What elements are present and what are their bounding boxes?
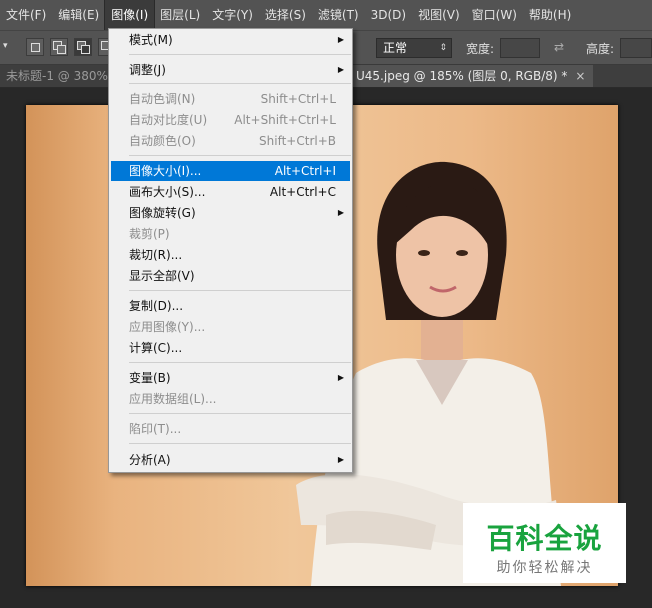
menu-item-image-rotation[interactable]: 图像旋转(G) ▶ bbox=[111, 203, 350, 223]
menu-item-calculations[interactable]: 计算(C)... bbox=[111, 338, 350, 358]
menu-filter[interactable]: 滤镜(T) bbox=[312, 0, 365, 30]
menu-item-adjust[interactable]: 调整(J) ▶ bbox=[111, 60, 350, 80]
menu-item-analysis[interactable]: 分析(A) ▶ bbox=[111, 450, 350, 470]
menu-item-reveal-all[interactable]: 显示全部(V) bbox=[111, 266, 350, 286]
menu-item-label: 自动对比度(U) bbox=[129, 113, 208, 127]
menu-item-trim[interactable]: 裁切(R)... bbox=[111, 245, 350, 265]
select-arrows-icon: ⇕ bbox=[439, 43, 447, 53]
menu-item-shortcut: Shift+Ctrl+L bbox=[260, 92, 336, 106]
swap-icon[interactable]: ⇄ bbox=[554, 40, 564, 54]
menu-item-label: 变量(B) bbox=[129, 371, 171, 385]
menu-layer[interactable]: 图层(L) bbox=[154, 0, 206, 30]
menu-item-label: 显示全部(V) bbox=[129, 269, 195, 283]
height-input[interactable] bbox=[620, 38, 652, 58]
blend-mode-select[interactable]: 正常 ⇕ bbox=[376, 38, 452, 58]
menu-view[interactable]: 视图(V) bbox=[412, 0, 466, 30]
menu-item-shortcut: Shift+Ctrl+B bbox=[259, 134, 336, 148]
menu-item-canvas-size[interactable]: 画布大小(S)... Alt+Ctrl+C bbox=[111, 182, 350, 202]
menu-item-auto-tone[interactable]: 自动色调(N) Shift+Ctrl+L bbox=[111, 89, 350, 109]
menu-item-auto-color[interactable]: 自动颜色(O) Shift+Ctrl+B bbox=[111, 131, 350, 151]
blend-mode-value: 正常 bbox=[383, 41, 408, 55]
menu-item-label: 模式(M) bbox=[129, 33, 173, 47]
menu-item-shortcut: Alt+Ctrl+C bbox=[269, 185, 336, 199]
menu-item-mode[interactable]: 模式(M) ▶ bbox=[111, 30, 350, 50]
menu-separator bbox=[129, 443, 351, 444]
menu-item-label: 复制(D)... bbox=[129, 299, 184, 313]
menu-window[interactable]: 窗口(W) bbox=[466, 0, 523, 30]
menu-bar: 文件(F) 编辑(E) 图像(I) 图层(L) 文字(Y) 选择(S) 滤镜(T… bbox=[0, 0, 652, 31]
menu-select[interactable]: 选择(S) bbox=[259, 0, 312, 30]
menu-item-variables[interactable]: 变量(B) ▶ bbox=[111, 368, 350, 388]
new-selection-icon[interactable] bbox=[26, 38, 44, 56]
image-menu-dropdown: 模式(M) ▶ 调整(J) ▶ 自动色调(N) Shift+Ctrl+L 自动对… bbox=[108, 28, 353, 473]
menu-item-duplicate[interactable]: 复制(D)... bbox=[111, 296, 350, 316]
menu-item-label: 应用数据组(L)... bbox=[129, 392, 217, 406]
tab-active-label: U45.jpeg @ 185% (图层 0, RGB/8) * bbox=[356, 69, 568, 83]
menu-separator bbox=[129, 83, 351, 84]
menu-item-label: 分析(A) bbox=[129, 453, 171, 467]
menu-separator bbox=[129, 54, 351, 55]
menu-separator bbox=[129, 362, 351, 363]
menu-separator bbox=[129, 413, 351, 414]
watermark-logo: 百科全说 助你轻松解决 bbox=[463, 503, 626, 583]
menu-item-label: 裁切(R)... bbox=[129, 248, 183, 262]
menu-item-apply-data-set[interactable]: 应用数据组(L)... bbox=[111, 389, 350, 409]
menu-item-label: 裁剪(P) bbox=[129, 227, 170, 241]
submenu-arrow-icon: ▶ bbox=[337, 373, 344, 382]
menu-item-trap[interactable]: 陷印(T)... bbox=[111, 419, 350, 439]
tab-untitled[interactable]: 未标题-1 @ 380% bbox=[6, 65, 108, 87]
submenu-arrow-icon: ▶ bbox=[337, 35, 344, 44]
menu-separator bbox=[129, 155, 351, 156]
tool-preset-arrow-icon[interactable]: ▾ bbox=[3, 41, 8, 51]
watermark-subtitle: 助你轻松解决 bbox=[496, 560, 593, 576]
tab-active-document[interactable]: U45.jpeg @ 185% (图层 0, RGB/8) * × bbox=[352, 65, 594, 87]
menu-item-label: 调整(J) bbox=[129, 63, 166, 77]
menu-item-apply-image[interactable]: 应用图像(Y)... bbox=[111, 317, 350, 337]
menu-item-label: 自动色调(N) bbox=[129, 92, 196, 106]
subtract-selection-icon[interactable] bbox=[74, 38, 92, 56]
submenu-arrow-icon: ▶ bbox=[337, 208, 344, 217]
watermark-title: 百科全说 bbox=[486, 522, 603, 555]
close-icon[interactable]: × bbox=[575, 69, 585, 83]
menu-item-label: 应用图像(Y)... bbox=[129, 320, 206, 334]
submenu-arrow-icon: ▶ bbox=[337, 65, 344, 74]
menu-item-label: 图像旋转(G) bbox=[129, 206, 196, 220]
menu-item-crop[interactable]: 裁剪(P) bbox=[111, 224, 350, 244]
menu-item-image-size[interactable]: 图像大小(I)... Alt+Ctrl+I bbox=[111, 161, 350, 181]
menu-item-shortcut: Alt+Shift+Ctrl+L bbox=[234, 113, 336, 127]
submenu-arrow-icon: ▶ bbox=[337, 455, 344, 464]
width-input[interactable] bbox=[500, 38, 540, 58]
menu-3d[interactable]: 3D(D) bbox=[365, 0, 412, 30]
menu-separator bbox=[129, 290, 351, 291]
menu-image[interactable]: 图像(I) bbox=[104, 0, 156, 31]
height-label: 高度: bbox=[586, 42, 615, 56]
menu-file[interactable]: 文件(F) bbox=[0, 0, 52, 30]
menu-item-label: 陷印(T)... bbox=[129, 422, 182, 436]
menu-item-auto-contrast[interactable]: 自动对比度(U) Alt+Shift+Ctrl+L bbox=[111, 110, 350, 130]
menu-item-shortcut: Alt+Ctrl+I bbox=[274, 164, 336, 178]
width-label: 宽度: bbox=[466, 42, 495, 56]
menu-item-label: 画布大小(S)... bbox=[129, 185, 206, 199]
add-selection-icon[interactable] bbox=[50, 38, 68, 56]
menu-item-label: 自动颜色(O) bbox=[129, 134, 196, 148]
menu-item-label: 图像大小(I)... bbox=[129, 164, 202, 178]
menu-item-label: 计算(C)... bbox=[129, 341, 183, 355]
menu-help[interactable]: 帮助(H) bbox=[523, 0, 577, 30]
menu-edit[interactable]: 编辑(E) bbox=[52, 0, 105, 30]
menu-type[interactable]: 文字(Y) bbox=[206, 0, 259, 30]
